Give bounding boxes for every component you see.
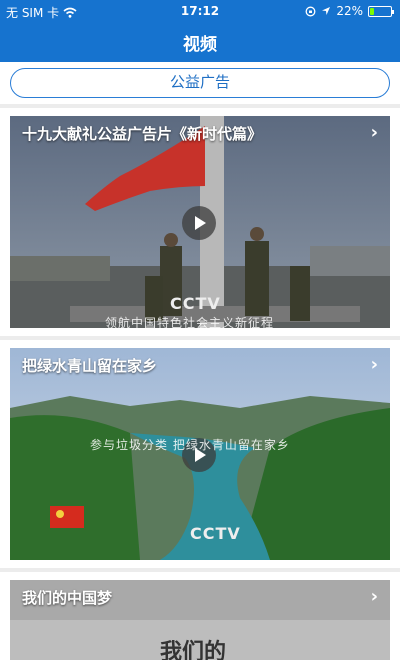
banner-section: 公益广告 — [0, 62, 400, 104]
battery-icon — [368, 5, 394, 17]
video-caption: 参与垃圾分类 把绿水青山留在家乡 — [90, 438, 290, 452]
video-title: 把绿水青山留在家乡 — [22, 357, 158, 375]
video-thumbnail[interactable]: 我们的中国梦 › 我们的 — [10, 580, 390, 660]
psa-button[interactable]: 公益广告 — [10, 68, 390, 98]
orientation-lock-icon — [305, 6, 316, 16]
video-thumbnail[interactable]: 十九大献礼公益广告片《新时代篇》 › CCTV 领航中国特色社会主义新征程 — [10, 116, 390, 328]
page-title: 视频 — [183, 35, 217, 55]
chevron-right-icon[interactable]: › — [371, 122, 378, 143]
battery-percent: 22% — [336, 4, 363, 18]
video-title: 十九大献礼公益广告片《新时代篇》 — [22, 125, 263, 143]
status-right: 22% — [305, 4, 394, 18]
video-card[interactable]: 十九大献礼公益广告片《新时代篇》 › CCTV 领航中国特色社会主义新征程 — [0, 108, 400, 336]
status-bar: 无 SIM 卡 17:12 22% — [0, 0, 400, 22]
thumbnail-overlay-text: 我们的 — [160, 639, 227, 660]
nav-bar: 视频 — [0, 22, 400, 62]
video-card[interactable]: 把绿水青山留在家乡 › 参与垃圾分类 把绿水青山留在家乡 CCTV — [0, 340, 400, 568]
location-arrow-icon — [322, 7, 331, 15]
chevron-right-icon[interactable]: › — [371, 586, 378, 607]
video-thumbnail[interactable]: 把绿水青山留在家乡 › 参与垃圾分类 把绿水青山留在家乡 CCTV — [10, 348, 390, 560]
video-title: 我们的中国梦 — [22, 589, 113, 607]
cctv-logo: CCTV — [170, 294, 221, 313]
play-icon[interactable] — [182, 206, 216, 240]
video-card[interactable]: 我们的中国梦 › 我们的 — [0, 572, 400, 660]
battery-level — [370, 7, 375, 15]
chevron-right-icon[interactable]: › — [371, 354, 378, 375]
cctv-logo: CCTV — [190, 524, 241, 543]
video-caption: 领航中国特色社会主义新征程 — [105, 316, 275, 328]
